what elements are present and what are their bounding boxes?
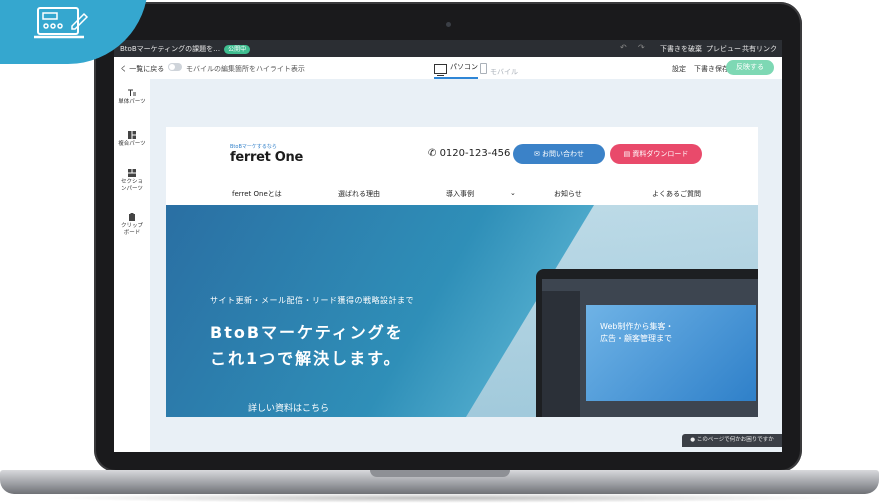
hero-cta[interactable]: 詳しい資料はこちら — [248, 401, 329, 414]
phone-number: ✆ 0120-123-456 — [428, 148, 510, 159]
sidebar-item-section-parts[interactable]: セクションパーツ — [114, 169, 150, 193]
app-screen: BtoBマーケティングの課題を… 公開中 ↶ ↷ 下書きを破棄 プレビュー 共有リ… — [114, 40, 782, 452]
chevron-down-icon[interactable]: ⌄ — [510, 189, 516, 197]
sidebar-item-label: 複合パーツ — [118, 141, 146, 147]
phone-icon: ✆ — [428, 148, 440, 159]
parts-sidebar: 単体パーツ 複合パーツ セクションパーツ クリップボード — [114, 79, 151, 452]
hero-title: BtoBマーケティングを これ1つで解決します。 — [210, 320, 404, 372]
highlight-toggle-label: モバイルの編集箇所をハイライト表示 — [186, 65, 305, 73]
sidebar-item-single-parts[interactable]: 単体パーツ — [114, 89, 150, 106]
preview-button[interactable]: プレビュー — [706, 44, 741, 54]
nav-item-cases[interactable]: 導入事例 — [446, 189, 474, 199]
hero-laptop-sidebar — [542, 291, 580, 417]
nav-item-about[interactable]: ferret Oneとは — [232, 189, 282, 199]
tab-pc-label: パソコン — [450, 63, 478, 71]
hero-laptop-text-line1: Web制作から集客・ — [600, 322, 674, 331]
back-to-list-button[interactable]: く 一覧に戻る — [120, 64, 164, 74]
tab-pc[interactable]: パソコン — [434, 59, 478, 79]
hero-title-line2: これ1つで解決します。 — [210, 349, 402, 368]
stage: BtoBマーケティングの課題を… 公開中 ↶ ↷ 下書きを破棄 プレビュー 共有リ… — [0, 0, 879, 503]
sidebar-item-label: クリップボード — [121, 223, 144, 236]
hero-laptop-text-line2: 広告・顧客管理まで — [600, 334, 672, 343]
publish-button[interactable]: 反映する — [726, 60, 774, 75]
redo-icon[interactable]: ↷ — [638, 43, 645, 52]
monitor-icon — [434, 64, 447, 76]
discard-draft-button[interactable]: 下書きを破棄 — [660, 44, 702, 54]
mail-icon: ✉ — [533, 150, 543, 158]
sidebar-item-clipboard[interactable]: クリップボード — [114, 213, 150, 237]
clipboard-icon — [129, 213, 135, 221]
logo-tagline: BtoBマーケするなら — [230, 144, 277, 150]
camera-icon — [446, 22, 451, 27]
laptop-shadow — [40, 493, 840, 503]
status-badge: 公開中 — [224, 45, 251, 54]
sidebar-item-label: セクションパーツ — [121, 179, 144, 192]
highlight-toggle[interactable] — [168, 63, 182, 71]
undo-icon[interactable]: ↶ — [620, 43, 627, 52]
download-button-label: 資料ダウンロード — [632, 150, 689, 158]
hero-subtitle: サイト更新・メール配信・リード獲得の戦略設計まで — [210, 296, 414, 305]
blocks-icon — [128, 131, 136, 139]
help-feedback-button[interactable]: ● このページで何かお困りですか — [682, 434, 782, 447]
editor-toolbar: く 一覧に戻る モバイルの編集箇所をハイライト表示 パソコン モバイル 設定 下… — [114, 57, 782, 80]
hero-laptop-screen: Web制作から集客・ 広告・顧客管理まで — [542, 279, 758, 417]
site-preview[interactable]: BtoBマーケするなら ferret One ✆ 0120-123-456 ✉ … — [166, 127, 758, 417]
edit-canvas: BtoBマーケするなら ferret One ✆ 0120-123-456 ✉ … — [150, 79, 782, 452]
hero-title-line1: BtoBマーケティングを — [210, 323, 404, 342]
tab-mobile[interactable]: モバイル — [480, 59, 518, 77]
document-title-text: BtoBマーケティングの課題を… — [120, 45, 221, 53]
contact-button-label: お問い合わせ — [542, 150, 585, 158]
section-icon — [128, 169, 136, 177]
tab-mobile-label: モバイル — [490, 68, 518, 76]
phone-number-text: 0120-123-456 — [439, 148, 511, 159]
download-button[interactable]: ▤ 資料ダウンロード — [610, 144, 702, 164]
contact-button[interactable]: ✉ お問い合わせ — [513, 144, 605, 164]
laptop-base-notch — [370, 470, 510, 477]
share-link-button[interactable]: 共有リンク — [742, 44, 777, 54]
settings-button[interactable]: 設定 — [672, 64, 686, 74]
editor-topbar: BtoBマーケティングの課題を… 公開中 ↶ ↷ 下書きを破棄 プレビュー 共有リ… — [114, 40, 782, 57]
hero-laptop-banner — [586, 305, 756, 401]
smartphone-icon — [480, 63, 487, 74]
laptop-edit-icon — [34, 7, 89, 39]
text-icon — [128, 89, 136, 96]
hero-section: サイト更新・メール配信・リード獲得の戦略設計まで BtoBマーケティングを これ… — [166, 205, 758, 417]
site-logo[interactable]: ferret One — [230, 150, 303, 165]
help-feedback-label: このページで何かお困りですか — [696, 437, 774, 443]
hero-laptop-text: Web制作から集客・ 広告・顧客管理まで — [600, 321, 673, 345]
nav-item-faq[interactable]: よくあるご質問 — [652, 189, 701, 199]
save-draft-button[interactable]: 下書き保存 — [694, 64, 729, 74]
sidebar-item-composite-parts[interactable]: 複合パーツ — [114, 131, 150, 148]
document-title: BtoBマーケティングの課題を… 公開中 — [120, 44, 251, 54]
hero-laptop-image: Web制作から集客・ 広告・顧客管理まで — [536, 269, 758, 417]
sidebar-item-label: 単体パーツ — [118, 99, 146, 105]
site-nav: ferret Oneとは 選ばれる理由 導入事例 ⌄ お知らせ よくあるご質問 — [166, 185, 758, 203]
nav-item-reasons[interactable]: 選ばれる理由 — [338, 189, 380, 199]
nav-item-news[interactable]: お知らせ — [554, 189, 582, 199]
